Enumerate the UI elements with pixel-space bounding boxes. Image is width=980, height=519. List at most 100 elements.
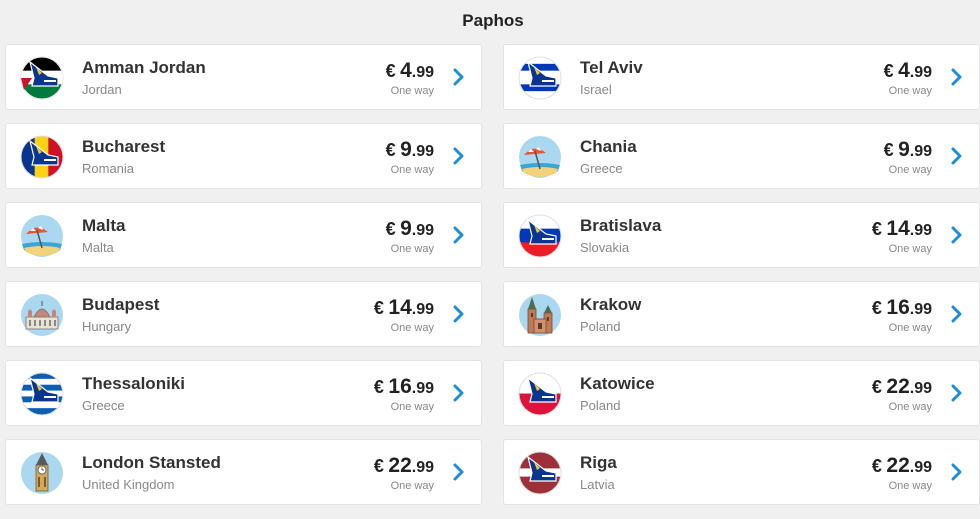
chevron-right-icon[interactable] xyxy=(951,147,963,165)
beach-umbrella-icon xyxy=(20,214,64,258)
trip-type-label: One way xyxy=(888,480,932,492)
chevron-right-icon[interactable] xyxy=(951,463,963,481)
destination-city: Budapest xyxy=(82,295,160,314)
destination-price: € 22.99 xyxy=(872,454,932,478)
price-decimal: .99 xyxy=(411,64,434,81)
trip-type-label: One way xyxy=(390,480,434,492)
trip-type-label: One way xyxy=(390,85,434,97)
destination-city: Krakow xyxy=(580,295,642,314)
price-integer: 4 xyxy=(898,59,910,82)
destination-city: Bratislava xyxy=(580,216,662,235)
trip-type-label: One way xyxy=(390,243,434,255)
destination-price: € 22.99 xyxy=(374,454,434,478)
price-decimal: .99 xyxy=(909,143,932,160)
chevron-right-icon[interactable] xyxy=(453,305,465,323)
destination-card[interactable]: Krakow Poland € 16.99 One way xyxy=(503,281,980,347)
price-integer: 4 xyxy=(400,59,412,82)
price-currency: € xyxy=(373,298,384,318)
price-currency: € xyxy=(883,140,894,160)
destination-card[interactable]: Chania Greece € 9.99 One way xyxy=(503,123,980,189)
destination-price: € 9.99 xyxy=(386,217,434,241)
price-decimal: .99 xyxy=(909,459,932,476)
price-integer: 22 xyxy=(886,454,910,477)
beach-umbrella-icon xyxy=(518,135,562,179)
plane-romania-flag-icon xyxy=(20,135,64,179)
destination-country: Jordan xyxy=(82,82,122,97)
plane-slovakia-flag-icon xyxy=(518,214,562,258)
plane-greece-flag-icon xyxy=(20,372,64,416)
price-integer: 9 xyxy=(400,138,412,161)
destinations-grid: Amman Jordan Jordan € 4.99 One way Tel A… xyxy=(5,44,980,505)
destination-city: Amman Jordan xyxy=(82,58,206,77)
price-integer: 9 xyxy=(898,138,910,161)
trip-type-label: One way xyxy=(888,243,932,255)
price-currency: € xyxy=(373,456,384,476)
destination-price: € 9.99 xyxy=(884,138,932,162)
destination-city: Tel Aviv xyxy=(580,58,643,77)
destination-price: € 14.99 xyxy=(872,217,932,241)
destination-card[interactable]: Tel Aviv Israel € 4.99 One way xyxy=(503,44,980,110)
destination-price: € 22.99 xyxy=(872,375,932,399)
destination-country: Poland xyxy=(580,398,621,413)
destination-card[interactable]: Riga Latvia € 22.99 One way xyxy=(503,439,980,505)
price-decimal: .99 xyxy=(909,380,932,397)
destination-city: Katowice xyxy=(580,374,655,393)
destination-country: Hungary xyxy=(82,319,132,334)
chevron-right-icon[interactable] xyxy=(951,384,963,402)
destination-card[interactable]: Katowice Poland € 22.99 One way xyxy=(503,360,980,426)
destination-country: Romania xyxy=(82,161,135,176)
destination-price: € 9.99 xyxy=(386,138,434,162)
destination-card[interactable]: London Stansted United Kingdom € 22.99 O… xyxy=(5,439,482,505)
price-decimal: .99 xyxy=(411,143,434,160)
destination-city: London Stansted xyxy=(82,453,221,472)
destination-city: Malta xyxy=(82,216,126,235)
price-decimal: .99 xyxy=(909,64,932,81)
price-integer: 22 xyxy=(886,375,910,398)
price-currency: € xyxy=(871,298,882,318)
destination-card[interactable]: Thessaloniki Greece € 16.99 One way xyxy=(5,360,482,426)
price-currency: € xyxy=(883,61,894,81)
plane-poland-flag-icon xyxy=(518,372,562,416)
destination-country: Israel xyxy=(580,82,612,97)
trip-type-label: One way xyxy=(888,322,932,334)
page-title: Paphos xyxy=(462,11,524,30)
chevron-right-icon[interactable] xyxy=(453,68,465,86)
price-integer: 16 xyxy=(886,296,910,319)
destination-card[interactable]: Bratislava Slovakia € 14.99 One way xyxy=(503,202,980,268)
trip-type-label: One way xyxy=(390,401,434,413)
price-currency: € xyxy=(373,377,384,397)
destination-price: € 4.99 xyxy=(884,59,932,83)
trip-type-label: One way xyxy=(390,322,434,334)
chevron-right-icon[interactable] xyxy=(951,226,963,244)
destination-card[interactable]: Malta Malta € 9.99 One way xyxy=(5,202,482,268)
price-decimal: .99 xyxy=(909,222,932,239)
price-integer: 9 xyxy=(400,217,412,240)
price-integer: 22 xyxy=(388,454,412,477)
chevron-right-icon[interactable] xyxy=(453,226,465,244)
price-integer: 14 xyxy=(388,296,412,319)
chevron-right-icon[interactable] xyxy=(951,68,963,86)
price-currency: € xyxy=(871,456,882,476)
destination-country: Greece xyxy=(580,161,623,176)
destination-card[interactable]: Amman Jordan Jordan € 4.99 One way xyxy=(5,44,482,110)
chevron-right-icon[interactable] xyxy=(951,305,963,323)
destination-country: Slovakia xyxy=(580,240,630,255)
trip-type-label: One way xyxy=(888,85,932,97)
destination-card[interactable]: Bucharest Romania € 9.99 One way xyxy=(5,123,482,189)
price-integer: 16 xyxy=(388,375,412,398)
price-integer: 14 xyxy=(886,217,910,240)
plane-israel-flag-icon xyxy=(518,56,562,100)
price-currency: € xyxy=(871,377,882,397)
chevron-right-icon[interactable] xyxy=(453,147,465,165)
trip-type-label: One way xyxy=(888,164,932,176)
price-decimal: .99 xyxy=(411,222,434,239)
destination-card[interactable]: Budapest Hungary € 14.99 One way xyxy=(5,281,482,347)
destination-city: Chania xyxy=(580,137,637,156)
destination-country: Poland xyxy=(580,319,621,334)
chevron-right-icon[interactable] xyxy=(453,384,465,402)
price-currency: € xyxy=(385,140,396,160)
chevron-right-icon[interactable] xyxy=(453,463,465,481)
price-decimal: .99 xyxy=(411,380,434,397)
destination-country: Latvia xyxy=(580,477,615,492)
plane-latvia-flag-icon xyxy=(518,451,562,495)
